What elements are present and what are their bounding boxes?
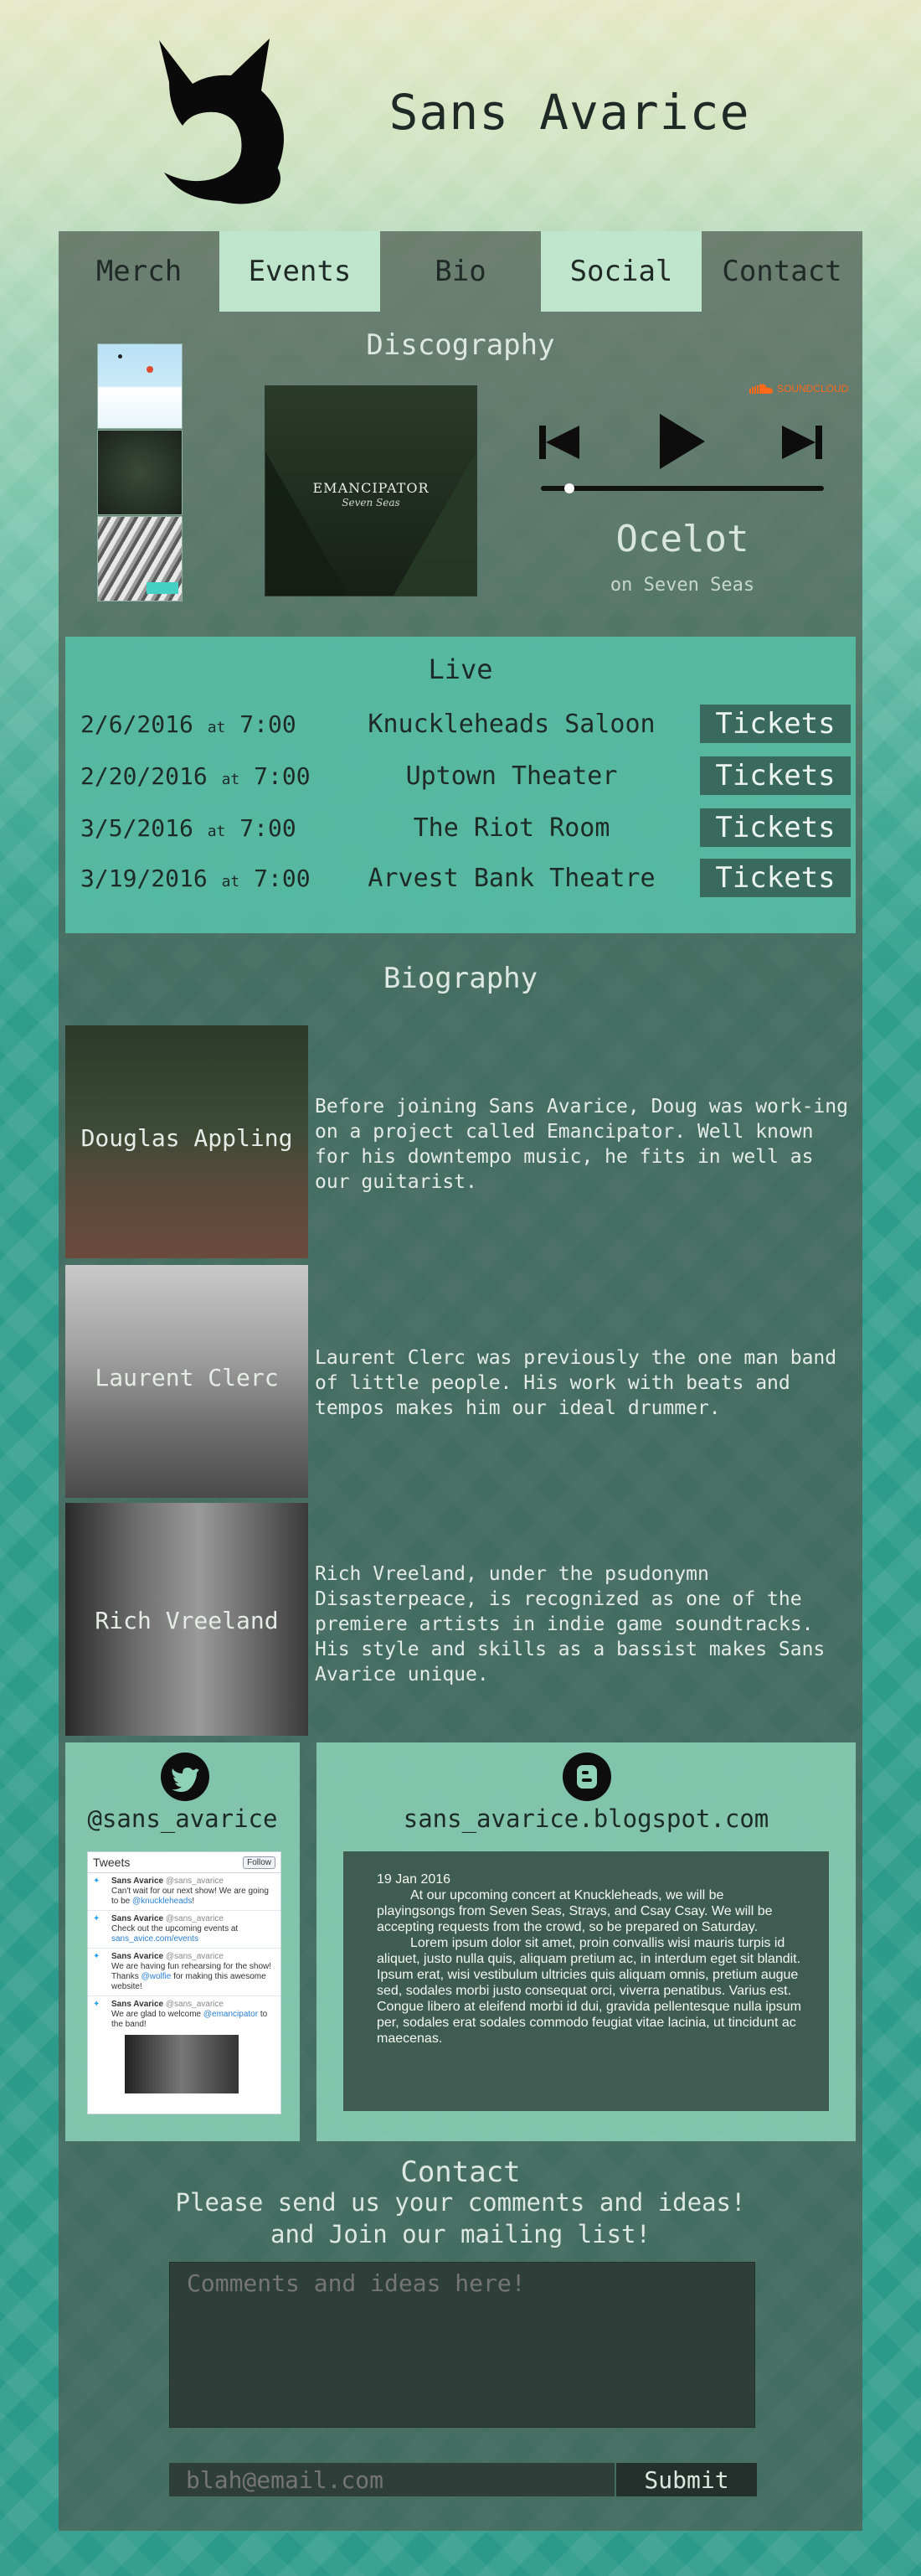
twitter-bird-icon: ✦ bbox=[93, 1877, 100, 1886]
email-field[interactable] bbox=[169, 2463, 615, 2496]
tweet[interactable]: ✦ Sans Avarice @sans_avarice We are havin… bbox=[88, 1949, 280, 1996]
album-thumb-2[interactable] bbox=[97, 430, 183, 515]
twitter-handle[interactable]: @sans_avarice bbox=[65, 1804, 300, 1833]
biography-title: Biography bbox=[383, 962, 538, 995]
contact-title: Contact bbox=[400, 2155, 521, 2189]
member-name: Rich Vreeland bbox=[95, 1607, 279, 1634]
nav-merch[interactable]: Merch bbox=[59, 231, 219, 312]
tweets-header: Tweets Follow bbox=[88, 1852, 280, 1873]
contact-line: Please send us your comments and ideas! bbox=[175, 2188, 746, 2217]
blog-url[interactable]: sans_avarice.blogspot.com bbox=[316, 1804, 856, 1833]
comments-field[interactable] bbox=[169, 2262, 755, 2428]
member-photo-douglas: Douglas Appling bbox=[65, 1025, 308, 1258]
next-track-icon[interactable] bbox=[779, 419, 826, 466]
tweet[interactable]: ✦ Sans Avarice @sans_avarice Can't wait f… bbox=[88, 1873, 280, 1911]
album-cover-title: EMANCIPATOR bbox=[312, 480, 430, 496]
show-row: 3/5/2016 at 7:00 The Riot Room Tickets bbox=[80, 808, 851, 848]
tweets-widget: Tweets Follow ✦ Sans Avarice @sans_avari… bbox=[87, 1851, 281, 2114]
album-cover: EMANCIPATOR Seven Seas bbox=[265, 385, 477, 596]
member-bio: Rich Vreeland, under the psudonymn Disas… bbox=[315, 1563, 826, 1685]
show-venue: The Riot Room bbox=[413, 813, 610, 843]
show-date: 2/20/2016 at 7:00 bbox=[80, 761, 311, 790]
show-date: 3/5/2016 at 7:00 bbox=[80, 813, 296, 842]
nav-contact[interactable]: Contact bbox=[702, 231, 862, 312]
progress-knob[interactable] bbox=[563, 483, 574, 493]
member-bio: Laurent Clerc was previously the one man… bbox=[315, 1347, 837, 1419]
twitter-icon[interactable] bbox=[161, 1753, 209, 1801]
member-photo-rich: Rich Vreeland bbox=[65, 1503, 308, 1736]
soundcloud-link[interactable]: SOUNDCLOUD bbox=[745, 382, 848, 395]
fox-logo-icon bbox=[144, 32, 303, 206]
tickets-button[interactable]: Tickets bbox=[700, 756, 851, 795]
live-title: Live bbox=[428, 653, 493, 685]
member-photo-laurent: Laurent Clerc bbox=[65, 1265, 308, 1498]
twitter-bird-icon: ✦ bbox=[93, 1952, 100, 1961]
member-bio: Before joining Sans Avarice, Doug was wo… bbox=[315, 1096, 848, 1193]
blogger-icon[interactable] bbox=[563, 1753, 611, 1801]
site-title: Sans Avarice bbox=[388, 84, 750, 141]
main-nav: Merch Events Bio Social Contact bbox=[59, 231, 862, 312]
album-cover-subtitle: Seven Seas bbox=[342, 497, 400, 508]
nav-bio[interactable]: Bio bbox=[380, 231, 541, 312]
contact-line: and Join our mailing list! bbox=[270, 2220, 651, 2248]
tweets-title: Tweets bbox=[93, 1856, 131, 1869]
track-album: on Seven Seas bbox=[610, 575, 755, 596]
tweet-photo bbox=[125, 2035, 239, 2093]
play-icon[interactable] bbox=[656, 412, 707, 471]
nav-events[interactable]: Events bbox=[219, 231, 380, 312]
blog-paragraph: At our upcoming concert at Knuckleheads,… bbox=[377, 1888, 773, 1934]
tickets-button[interactable]: Tickets bbox=[700, 859, 851, 897]
show-date: 3/19/2016 at 7:00 bbox=[80, 864, 311, 892]
track-title: Ocelot bbox=[615, 518, 749, 560]
album-thumbnails bbox=[97, 343, 183, 602]
follow-button[interactable]: Follow bbox=[243, 1856, 275, 1869]
show-date: 2/6/2016 at 7:00 bbox=[80, 710, 296, 738]
album-thumb-1[interactable] bbox=[97, 343, 183, 429]
twitter-bird-icon: ✦ bbox=[93, 1914, 100, 1923]
show-venue: Knuckleheads Saloon bbox=[368, 709, 656, 739]
tickets-button[interactable]: Tickets bbox=[700, 705, 851, 743]
submit-button[interactable]: Submit bbox=[616, 2463, 757, 2496]
twitter-bird-icon: ✦ bbox=[93, 2000, 100, 2009]
previous-track-icon[interactable] bbox=[536, 419, 583, 466]
member-name: Laurent Clerc bbox=[95, 1364, 279, 1391]
soundcloud-icon bbox=[749, 384, 773, 394]
member-name: Douglas Appling bbox=[80, 1124, 293, 1152]
blog-paragraph: Lorem ipsum dolor sit amet, proin conval… bbox=[377, 1936, 801, 2046]
soundcloud-label: SOUNDCLOUD bbox=[777, 383, 849, 395]
progress-bar[interactable] bbox=[541, 486, 824, 491]
show-venue: Uptown Theater bbox=[405, 761, 618, 791]
blog-post: 19 Jan 2016 At our upcoming concert at K… bbox=[343, 1851, 829, 2111]
show-venue: Arvest Bank Theatre bbox=[368, 863, 656, 893]
show-row: 2/20/2016 at 7:00 Uptown Theater Tickets bbox=[80, 756, 851, 796]
blog-date: 19 Jan 2016 bbox=[377, 1872, 451, 1887]
tweet[interactable]: ✦ Sans Avarice @sans_avarice Check out th… bbox=[88, 1911, 280, 1949]
show-row: 3/19/2016 at 7:00 Arvest Bank Theatre Ti… bbox=[80, 858, 851, 898]
show-row: 2/6/2016 at 7:00 Knuckleheads Saloon Tic… bbox=[80, 704, 851, 744]
album-thumb-3[interactable] bbox=[97, 516, 183, 601]
nav-social[interactable]: Social bbox=[541, 231, 702, 312]
tweet[interactable]: ✦ Sans Avarice @sans_avarice We are glad … bbox=[88, 1996, 280, 2033]
tickets-button[interactable]: Tickets bbox=[700, 808, 851, 847]
